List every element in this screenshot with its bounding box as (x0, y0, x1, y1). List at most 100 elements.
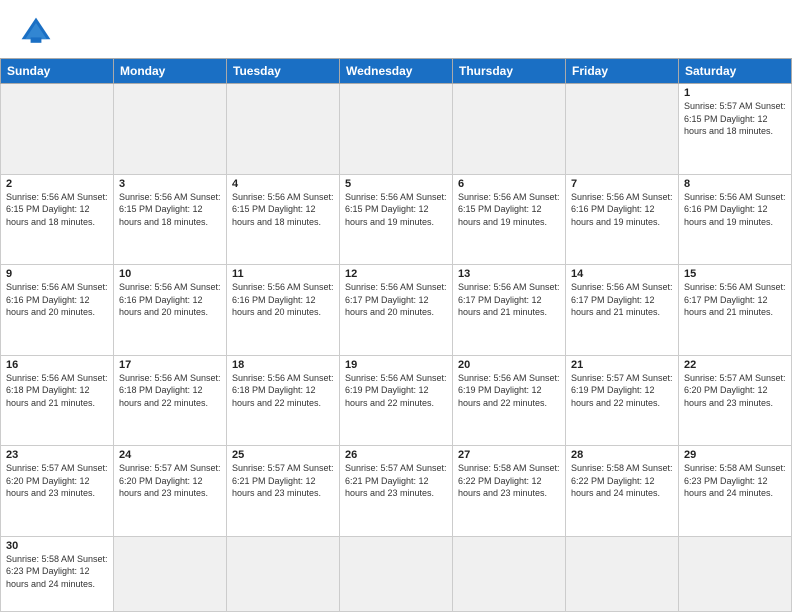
week-row-0: 1Sunrise: 5:57 AM Sunset: 6:15 PM Daylig… (1, 84, 792, 175)
week-row-5: 30Sunrise: 5:58 AM Sunset: 6:23 PM Dayli… (1, 536, 792, 612)
day-cell: 18Sunrise: 5:56 AM Sunset: 6:18 PM Dayli… (227, 355, 340, 446)
day-cell: 30Sunrise: 5:58 AM Sunset: 6:23 PM Dayli… (1, 536, 114, 612)
calendar-page: SundayMondayTuesdayWednesdayThursdayFrid… (0, 0, 792, 612)
day-cell: 28Sunrise: 5:58 AM Sunset: 6:22 PM Dayli… (566, 446, 679, 537)
day-cell: 23Sunrise: 5:57 AM Sunset: 6:20 PM Dayli… (1, 446, 114, 537)
day-cell (227, 536, 340, 612)
day-info: Sunrise: 5:56 AM Sunset: 6:17 PM Dayligh… (684, 281, 786, 319)
weekday-tuesday: Tuesday (227, 59, 340, 84)
day-info: Sunrise: 5:56 AM Sunset: 6:19 PM Dayligh… (345, 372, 447, 410)
day-number: 1 (684, 87, 786, 99)
day-info: Sunrise: 5:57 AM Sunset: 6:21 PM Dayligh… (232, 462, 334, 500)
day-cell (227, 84, 340, 175)
day-cell: 16Sunrise: 5:56 AM Sunset: 6:18 PM Dayli… (1, 355, 114, 446)
day-info: Sunrise: 5:56 AM Sunset: 6:19 PM Dayligh… (458, 372, 560, 410)
day-number: 17 (119, 359, 221, 371)
weekday-saturday: Saturday (679, 59, 792, 84)
day-cell: 29Sunrise: 5:58 AM Sunset: 6:23 PM Dayli… (679, 446, 792, 537)
day-cell: 4Sunrise: 5:56 AM Sunset: 6:15 PM Daylig… (227, 174, 340, 265)
day-number: 7 (571, 178, 673, 190)
day-info: Sunrise: 5:56 AM Sunset: 6:18 PM Dayligh… (232, 372, 334, 410)
day-number: 8 (684, 178, 786, 190)
day-cell (340, 84, 453, 175)
day-number: 2 (6, 178, 108, 190)
day-cell: 24Sunrise: 5:57 AM Sunset: 6:20 PM Dayli… (114, 446, 227, 537)
day-cell: 25Sunrise: 5:57 AM Sunset: 6:21 PM Dayli… (227, 446, 340, 537)
header (0, 0, 792, 58)
day-number: 30 (6, 540, 108, 552)
day-number: 25 (232, 449, 334, 461)
logo-icon (18, 14, 54, 50)
day-cell (453, 536, 566, 612)
day-cell: 9Sunrise: 5:56 AM Sunset: 6:16 PM Daylig… (1, 265, 114, 356)
day-info: Sunrise: 5:58 AM Sunset: 6:22 PM Dayligh… (571, 462, 673, 500)
day-info: Sunrise: 5:56 AM Sunset: 6:18 PM Dayligh… (6, 372, 108, 410)
logo (18, 14, 60, 50)
day-number: 14 (571, 268, 673, 280)
day-number: 29 (684, 449, 786, 461)
day-info: Sunrise: 5:56 AM Sunset: 6:16 PM Dayligh… (6, 281, 108, 319)
day-cell (566, 84, 679, 175)
day-cell: 13Sunrise: 5:56 AM Sunset: 6:17 PM Dayli… (453, 265, 566, 356)
day-info: Sunrise: 5:56 AM Sunset: 6:18 PM Dayligh… (119, 372, 221, 410)
day-info: Sunrise: 5:56 AM Sunset: 6:15 PM Dayligh… (119, 191, 221, 229)
day-cell: 19Sunrise: 5:56 AM Sunset: 6:19 PM Dayli… (340, 355, 453, 446)
day-cell (340, 536, 453, 612)
day-info: Sunrise: 5:57 AM Sunset: 6:21 PM Dayligh… (345, 462, 447, 500)
day-number: 20 (458, 359, 560, 371)
day-info: Sunrise: 5:56 AM Sunset: 6:16 PM Dayligh… (684, 191, 786, 229)
day-number: 16 (6, 359, 108, 371)
day-number: 5 (345, 178, 447, 190)
day-cell: 10Sunrise: 5:56 AM Sunset: 6:16 PM Dayli… (114, 265, 227, 356)
day-info: Sunrise: 5:57 AM Sunset: 6:15 PM Dayligh… (684, 100, 786, 138)
day-cell: 5Sunrise: 5:56 AM Sunset: 6:15 PM Daylig… (340, 174, 453, 265)
day-number: 27 (458, 449, 560, 461)
week-row-3: 16Sunrise: 5:56 AM Sunset: 6:18 PM Dayli… (1, 355, 792, 446)
day-number: 3 (119, 178, 221, 190)
day-info: Sunrise: 5:58 AM Sunset: 6:23 PM Dayligh… (6, 553, 108, 591)
day-cell: 2Sunrise: 5:56 AM Sunset: 6:15 PM Daylig… (1, 174, 114, 265)
day-info: Sunrise: 5:57 AM Sunset: 6:20 PM Dayligh… (119, 462, 221, 500)
day-number: 13 (458, 268, 560, 280)
day-info: Sunrise: 5:56 AM Sunset: 6:16 PM Dayligh… (571, 191, 673, 229)
day-cell: 22Sunrise: 5:57 AM Sunset: 6:20 PM Dayli… (679, 355, 792, 446)
day-number: 28 (571, 449, 673, 461)
day-cell: 14Sunrise: 5:56 AM Sunset: 6:17 PM Dayli… (566, 265, 679, 356)
day-number: 26 (345, 449, 447, 461)
day-info: Sunrise: 5:56 AM Sunset: 6:16 PM Dayligh… (232, 281, 334, 319)
weekday-sunday: Sunday (1, 59, 114, 84)
day-cell: 26Sunrise: 5:57 AM Sunset: 6:21 PM Dayli… (340, 446, 453, 537)
weekday-header-row: SundayMondayTuesdayWednesdayThursdayFrid… (1, 59, 792, 84)
day-cell (453, 84, 566, 175)
day-number: 18 (232, 359, 334, 371)
day-info: Sunrise: 5:57 AM Sunset: 6:19 PM Dayligh… (571, 372, 673, 410)
weekday-thursday: Thursday (453, 59, 566, 84)
day-number: 9 (6, 268, 108, 280)
day-cell: 20Sunrise: 5:56 AM Sunset: 6:19 PM Dayli… (453, 355, 566, 446)
day-info: Sunrise: 5:56 AM Sunset: 6:15 PM Dayligh… (232, 191, 334, 229)
week-row-1: 2Sunrise: 5:56 AM Sunset: 6:15 PM Daylig… (1, 174, 792, 265)
day-number: 4 (232, 178, 334, 190)
day-number: 21 (571, 359, 673, 371)
calendar-table: SundayMondayTuesdayWednesdayThursdayFrid… (0, 58, 792, 612)
week-row-4: 23 Sunrise: 5:57 AM Sunset: 6:20 PM Dayli… (1, 446, 792, 537)
week-row-2: 9Sunrise: 5:56 AM Sunset: 6:16 PM Daylig… (1, 265, 792, 356)
weekday-friday: Friday (566, 59, 679, 84)
day-number: 10 (119, 268, 221, 280)
day-number: 22 (684, 359, 786, 371)
day-cell: 27Sunrise: 5:58 AM Sunset: 6:22 PM Dayli… (453, 446, 566, 537)
day-info: Sunrise: 5:56 AM Sunset: 6:15 PM Dayligh… (6, 191, 108, 229)
day-number: 6 (458, 178, 560, 190)
day-number: 11 (232, 268, 334, 280)
day-number: 23 (6, 449, 108, 461)
day-cell: 21Sunrise: 5:57 AM Sunset: 6:19 PM Dayli… (566, 355, 679, 446)
day-number: 12 (345, 268, 447, 280)
day-number: 24 (119, 449, 221, 461)
weekday-wednesday: Wednesday (340, 59, 453, 84)
day-info: Sunrise: 5:58 AM Sunset: 6:23 PM Dayligh… (684, 462, 786, 500)
day-cell: 15Sunrise: 5:56 AM Sunset: 6:17 PM Dayli… (679, 265, 792, 356)
day-info: Sunrise: 5:56 AM Sunset: 6:17 PM Dayligh… (345, 281, 447, 319)
day-cell: 12Sunrise: 5:56 AM Sunset: 6:17 PM Dayli… (340, 265, 453, 356)
day-number: 19 (345, 359, 447, 371)
day-cell: 8Sunrise: 5:56 AM Sunset: 6:16 PM Daylig… (679, 174, 792, 265)
